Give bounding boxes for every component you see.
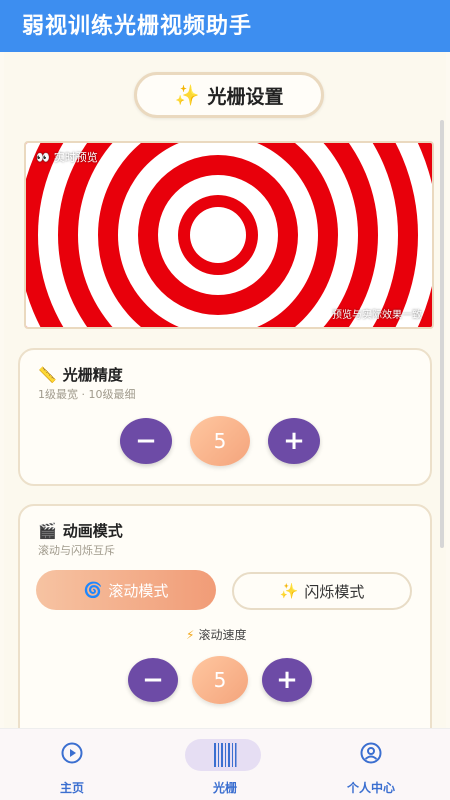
preview-note: 预览与实际效果一致 [332, 310, 422, 321]
precision-increase-button[interactable]: + [268, 418, 320, 464]
precision-decrease-button[interactable]: − [120, 418, 172, 464]
grating-center [190, 207, 246, 263]
animation-card: 🎬 动画模式 滚动与闪烁互斥 🌀 滚动模式 ✨ 闪烁模式 ⚡ 滚动速度 − 5 … [18, 504, 432, 728]
animation-title-text: 动画模式 [62, 522, 123, 540]
spiral-icon: 🌀 [83, 581, 103, 599]
precision-title: 📏 光栅精度 [38, 364, 123, 385]
speed-increase-button[interactable]: + [262, 658, 312, 702]
app-title: 弱视训练光栅视频助手 [22, 14, 253, 39]
sparkles-icon: ✨ [174, 83, 200, 107]
concentric-rings-pattern [26, 143, 432, 327]
animation-title: 🎬 动画模式 [38, 520, 123, 541]
tab-grating-label: 光栅 [212, 781, 237, 795]
tab-profile-label: 个人中心 [346, 781, 395, 795]
scrollbar[interactable] [440, 120, 444, 548]
settings-title: 光栅设置 [207, 85, 284, 108]
tab-home-label: 主页 [59, 781, 84, 795]
eyes-icon: 👀 [36, 150, 50, 164]
clapper-icon: 🎬 [38, 521, 57, 540]
precision-value: 5 [190, 416, 250, 466]
scroll-mode-label: 滚动模式 [108, 581, 169, 600]
ruler-icon: 📏 [38, 365, 57, 384]
barcode-icon [214, 743, 237, 767]
tab-home[interactable]: 主页 [27, 729, 117, 800]
grating-preview: 👀 实时预览 预览与实际效果一致 [24, 141, 434, 329]
precision-card: 📏 光栅精度 1级最宽 · 10级最细 − 5 + [18, 348, 432, 486]
scroll-speed-text: 滚动速度 [198, 628, 247, 642]
precision-title-text: 光栅精度 [62, 366, 123, 384]
tab-grating[interactable]: 光栅 [180, 729, 270, 800]
speed-decrease-button[interactable]: − [128, 658, 178, 702]
animation-subtitle: 滚动与闪烁互斥 [38, 544, 115, 557]
flash-mode-label: 闪烁模式 [304, 582, 365, 601]
sparkles-icon: ✨ [279, 582, 299, 600]
live-preview-label: 👀 实时预览 [36, 149, 98, 165]
speed-stepper: − 5 + [128, 656, 312, 704]
app-bar: 弱视训练光栅视频助手 [0, 0, 450, 52]
live-preview-text: 实时预览 [53, 151, 98, 164]
play-circle-icon [61, 742, 83, 764]
tab-profile[interactable]: 个人中心 [326, 729, 416, 800]
precision-subtitle: 1级最宽 · 10级最细 [38, 388, 136, 401]
precision-stepper: − 5 + [120, 416, 320, 466]
main-content[interactable]: ✨ 光栅设置 👀 实时预览 预览与实际效果一致 📏 光栅精度 1级最宽 · 10… [4, 52, 446, 728]
flash-mode-button[interactable]: ✨ 闪烁模式 [232, 572, 412, 610]
scroll-mode-button[interactable]: 🌀 滚动模式 [36, 570, 216, 610]
speed-value: 5 [192, 656, 248, 704]
lightning-icon: ⚡ [186, 627, 195, 642]
user-circle-icon [360, 742, 382, 764]
scroll-speed-label: ⚡ 滚动速度 [186, 626, 246, 643]
grating-settings-header: ✨ 光栅设置 [134, 72, 324, 118]
bottom-tab-bar: 主页 光栅 个人中心 [0, 728, 450, 800]
